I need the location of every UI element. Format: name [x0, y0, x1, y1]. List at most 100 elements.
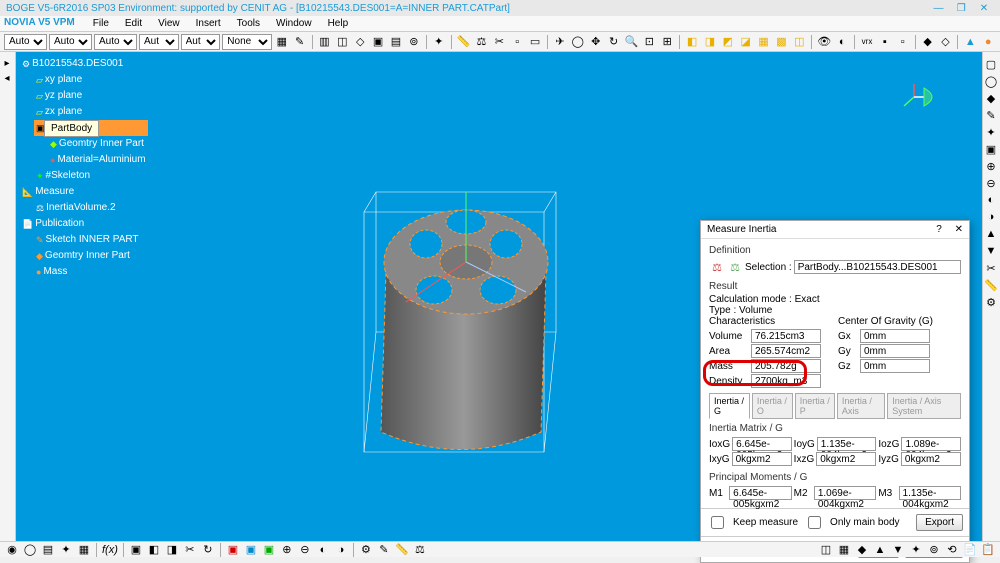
sb-icon[interactable]: ⊕: [279, 542, 295, 558]
tree-node[interactable]: ⚖InertiaVolume.2: [34, 200, 148, 216]
menu-view[interactable]: View: [152, 17, 186, 30]
close-button[interactable]: ✕: [974, 3, 994, 14]
view1-icon[interactable]: ▫: [509, 34, 525, 50]
rt-icon-11[interactable]: ▲: [983, 226, 999, 242]
menu-help[interactable]: Help: [322, 17, 355, 30]
misc3-icon[interactable]: ◆: [920, 34, 936, 50]
brush-icon[interactable]: ✎: [292, 34, 308, 50]
ixzg-field[interactable]: 0kgxm2: [816, 452, 876, 466]
ioyg-field[interactable]: 1.135e-004kgxm2: [817, 437, 877, 451]
area-field[interactable]: 265.574cm2: [751, 344, 821, 358]
menu-edit[interactable]: Edit: [119, 17, 148, 30]
sb-icon[interactable]: 📋: [980, 542, 996, 558]
density-field[interactable]: 2700kg_m3: [751, 374, 821, 388]
sb-icon[interactable]: ▼: [890, 542, 906, 558]
sb-icon[interactable]: ✦: [908, 542, 924, 558]
pan-icon[interactable]: ✥: [588, 34, 604, 50]
tree-root[interactable]: ⚙B10215543.DES001: [20, 56, 148, 72]
ioxg-field[interactable]: 6.645e-005kgxm2: [732, 437, 792, 451]
menu-insert[interactable]: Insert: [190, 17, 227, 30]
sb-icon[interactable]: ⚖: [412, 542, 428, 558]
sb-icon[interactable]: ◉: [4, 542, 20, 558]
rt-icon-1[interactable]: ▢: [983, 56, 999, 72]
cube6-icon[interactable]: ▩: [774, 34, 790, 50]
sb-icon[interactable]: ▦: [836, 542, 852, 558]
rt-icon-14[interactable]: 📏: [983, 277, 999, 293]
misc1-icon[interactable]: ▪: [877, 34, 893, 50]
fx-button[interactable]: f(x): [101, 542, 119, 558]
axis-icon[interactable]: ✦: [431, 34, 447, 50]
rt-icon-5[interactable]: ✦: [983, 124, 999, 140]
normal-icon[interactable]: ⊡: [641, 34, 657, 50]
select-auto-1[interactable]: Auto: [4, 34, 47, 50]
vrx-icon[interactable]: vrx: [859, 34, 875, 50]
sb-icon[interactable]: ✂: [182, 542, 198, 558]
sb-icon[interactable]: 📏: [394, 542, 410, 558]
box-icon[interactable]: ▣: [370, 34, 386, 50]
cube7-icon[interactable]: ◫: [791, 34, 807, 50]
tab-inertia-axis[interactable]: Inertia / Axis: [837, 393, 885, 419]
iyzg-field[interactable]: 0kgxm2: [901, 452, 961, 466]
sb-icon[interactable]: ⊖: [297, 542, 313, 558]
rt-icon-13[interactable]: ✂: [983, 260, 999, 276]
tab-inertia-axis-system[interactable]: Inertia / Axis System: [887, 393, 961, 419]
iozg-field[interactable]: 1.089e-004kgxm2: [901, 437, 961, 451]
menu-file[interactable]: File: [87, 17, 115, 30]
rt-icon-2[interactable]: ◯: [983, 73, 999, 89]
rt-icon-10[interactable]: ◑: [983, 209, 999, 225]
compass-icon[interactable]: [902, 82, 942, 112]
sb-icon[interactable]: ◑: [333, 542, 349, 558]
menu-tools[interactable]: Tools: [231, 17, 266, 30]
tab-inertia-o[interactable]: Inertia / O: [752, 393, 793, 419]
cube1-icon[interactable]: ◧: [684, 34, 700, 50]
sb-icon[interactable]: ↻: [200, 542, 216, 558]
sb-icon[interactable]: ◆: [854, 542, 870, 558]
select-aut-5[interactable]: Aut: [181, 34, 221, 50]
multi-icon[interactable]: ⊞: [659, 34, 675, 50]
export-button[interactable]: Export: [916, 514, 963, 531]
cube5-icon[interactable]: ▦: [756, 34, 772, 50]
palette-icon[interactable]: ▦: [274, 34, 290, 50]
sb-icon[interactable]: ▦: [76, 542, 92, 558]
tab-inertia-g[interactable]: Inertia / G: [709, 393, 750, 419]
vis2-icon[interactable]: ◐: [834, 34, 850, 50]
view2-icon[interactable]: ▭: [527, 34, 543, 50]
layers-icon[interactable]: ◫: [334, 34, 350, 50]
sb-icon[interactable]: ▣: [243, 542, 259, 558]
rt-icon-9[interactable]: ◐: [983, 192, 999, 208]
volume-field[interactable]: 76.215cm3: [751, 329, 821, 343]
lt-icon-2[interactable]: ◂: [0, 71, 14, 85]
tree-node[interactable]: ▱yz plane: [34, 88, 148, 104]
minimize-button[interactable]: —: [928, 3, 948, 14]
sb-icon[interactable]: ✦: [58, 542, 74, 558]
sb-icon[interactable]: ◫: [818, 542, 834, 558]
rt-icon-7[interactable]: ⊕: [983, 158, 999, 174]
rt-icon-6[interactable]: ▣: [983, 141, 999, 157]
m1-field[interactable]: 6.645e-005kgxm2: [729, 486, 792, 500]
specification-tree[interactable]: ⚙B10215543.DES001 ▱xy plane ▱yz plane ▱z…: [16, 52, 152, 284]
sb-icon[interactable]: ⚙: [358, 542, 374, 558]
lt-icon-1[interactable]: ▸: [0, 56, 14, 70]
mass-field[interactable]: 205.782g: [751, 359, 821, 373]
cube2-icon[interactable]: ◨: [702, 34, 718, 50]
sb-icon[interactable]: ◐: [315, 542, 331, 558]
gz-field[interactable]: 0mm: [860, 359, 930, 373]
keep-measure-checkbox[interactable]: [711, 516, 724, 529]
gx-field[interactable]: 0mm: [860, 329, 930, 343]
inertia-surf-icon[interactable]: ⚖: [727, 259, 743, 275]
sb-icon[interactable]: ▣: [261, 542, 277, 558]
rt-icon-12[interactable]: ▼: [983, 243, 999, 259]
tree-node[interactable]: ●Material=Aluminium: [48, 152, 148, 168]
tree-node[interactable]: ▱zx plane: [34, 104, 148, 120]
tree-node[interactable]: ◆Geomtry Inner Part: [34, 248, 148, 264]
inertia-body-icon[interactable]: ⚖: [709, 259, 725, 275]
misc2-icon[interactable]: ▫: [895, 34, 911, 50]
m3-field[interactable]: 1.135e-004kgxm2: [899, 486, 962, 500]
sb-icon[interactable]: ⊚: [926, 542, 942, 558]
tab-inertia-p[interactable]: Inertia / P: [795, 393, 835, 419]
tree-node[interactable]: 📄Publication: [20, 216, 148, 232]
fit-icon[interactable]: ◯: [570, 34, 586, 50]
selection-field[interactable]: PartBody...B10215543.DES001: [794, 260, 961, 274]
misc5-icon[interactable]: ▲: [962, 34, 978, 50]
sb-icon[interactable]: ◧: [146, 542, 162, 558]
